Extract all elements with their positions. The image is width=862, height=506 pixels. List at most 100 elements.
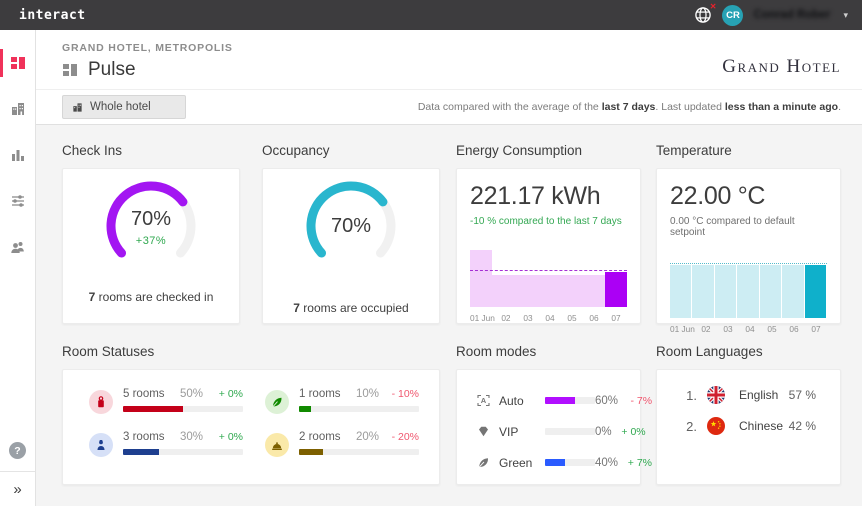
- status-entry-service: 2 rooms 20% - 20%: [265, 431, 419, 457]
- mode-pct: 60%: [595, 395, 618, 407]
- mode-progress-bar: [545, 459, 565, 466]
- green-mode-leaf-icon: [477, 456, 491, 469]
- status-delta: + 0%: [203, 431, 243, 443]
- check-ins-card: 70% +37% 7 rooms are checked in: [62, 168, 240, 324]
- section-title-room-languages: Room Languages: [656, 344, 841, 359]
- interact-logo: interact: [19, 8, 86, 23]
- globe-alert-badge: ✕: [710, 3, 717, 11]
- check-ins-percentage: 70%: [99, 208, 203, 231]
- mode-label: VIP: [499, 425, 545, 439]
- section-title-temperature: Temperature: [656, 143, 841, 158]
- energy-card: 221.17 kWh -10 % compared to the last 7 …: [456, 168, 641, 324]
- app-screen: interact ✕ CR Conrad Roberts ▾: [0, 0, 862, 506]
- scope-filter-label: Whole hotel: [90, 101, 151, 113]
- sidebar-item-users[interactable]: [0, 224, 35, 270]
- status-delta: + 0%: [203, 388, 243, 400]
- user-avatar[interactable]: CR: [722, 5, 743, 26]
- status-entry-housekeeping: 3 rooms 30% + 0%: [89, 431, 243, 457]
- temperature-subtitle: 0.00 °C compared to default setpoint: [670, 216, 827, 238]
- status-progress-bar: [299, 449, 323, 455]
- dashboard-icon: [10, 55, 26, 71]
- status-pct: 30%: [169, 431, 203, 443]
- service-bell-icon: [265, 433, 289, 457]
- status-pct: 20%: [345, 431, 379, 443]
- language-row-english: 1.: [679, 386, 822, 404]
- bar-chart-icon: [10, 147, 26, 163]
- breadcrumb: GRAND HOTEL, METROPOLIS: [62, 42, 233, 54]
- status-entry-dnd: 5 rooms 50% + 0%: [89, 388, 243, 414]
- language-row-chinese: 2.: [679, 417, 822, 435]
- room-modes-card: A Auto 60% - 7%: [456, 369, 641, 485]
- help-button[interactable]: ?: [9, 442, 26, 459]
- dnd-sign-icon: [89, 390, 113, 414]
- room-statuses-card: 5 rooms 50% + 0%: [62, 369, 440, 485]
- section-title-check-ins: Check Ins: [62, 143, 240, 158]
- mode-pct: 0%: [595, 426, 612, 438]
- occupancy-card: 70% 7 rooms are occupied: [262, 168, 440, 324]
- room-languages-card: 1.: [656, 369, 841, 485]
- status-progress-bar: [123, 449, 159, 455]
- building-icon: [72, 102, 83, 113]
- check-ins-delta: +37%: [99, 235, 203, 247]
- sidebar-item-hotel[interactable]: [0, 86, 35, 132]
- status-count: 1 rooms: [299, 388, 345, 400]
- mode-label: Auto: [499, 394, 545, 408]
- language-rank: 1.: [679, 388, 697, 403]
- sidebar-item-pulse[interactable]: [0, 40, 35, 86]
- mode-row-green: Green 40% + 7%: [477, 447, 622, 478]
- comparison-info-text: Data compared with the average of the la…: [418, 101, 841, 113]
- language-label: Chinese: [739, 419, 789, 433]
- sidebar-item-settings[interactable]: [0, 178, 35, 224]
- sidebar-item-reports[interactable]: [0, 132, 35, 178]
- temperature-card: 22.00 °C 0.00 °C compared to default set…: [656, 168, 841, 324]
- help-icon: ?: [14, 445, 20, 457]
- scope-filter-chip[interactable]: Whole hotel: [62, 95, 186, 119]
- auto-mode-icon: A: [477, 394, 491, 407]
- china-flag-icon: [707, 417, 725, 435]
- mode-row-vip: VIP 0% + 0%: [477, 416, 622, 447]
- page-header: GRAND HOTEL, METROPOLIS Pulse Grand Hote…: [36, 30, 862, 90]
- section-title-room-statuses: Room Statuses: [62, 344, 440, 359]
- green-leaf-icon: [265, 390, 289, 414]
- section-title-energy: Energy Consumption: [456, 143, 641, 158]
- language-label: English: [739, 388, 789, 402]
- mode-delta: + 0%: [612, 426, 646, 438]
- language-globe-button[interactable]: ✕: [694, 6, 712, 24]
- occupancy-caption: 7 rooms are occupied: [263, 301, 439, 315]
- sidebar: ? »: [0, 30, 36, 506]
- user-name[interactable]: Conrad Roberts: [753, 9, 831, 21]
- mode-progress-bar: [545, 397, 575, 404]
- status-count: 5 rooms: [123, 388, 169, 400]
- status-progress-bar: [123, 406, 183, 412]
- mode-row-auto: A Auto 60% - 7%: [477, 385, 622, 416]
- hotel-building-icon: [10, 101, 26, 117]
- dashboard-content: Check Ins 70% +37% 7 rooms are checked i…: [36, 125, 862, 485]
- temperature-bar-chart: 01 Jun020304050607: [670, 262, 827, 334]
- sidebar-expand-button[interactable]: »: [0, 472, 35, 506]
- status-delta: - 10%: [379, 388, 419, 400]
- status-count: 3 rooms: [123, 431, 169, 443]
- occupancy-percentage: 70%: [299, 215, 403, 238]
- status-delta: - 20%: [379, 431, 419, 443]
- status-pct: 50%: [169, 388, 203, 400]
- main-area: GRAND HOTEL, METROPOLIS Pulse Grand Hote…: [36, 30, 862, 506]
- temperature-value: 22.00 °C: [670, 182, 827, 211]
- status-entry-green: 1 rooms 10% - 10%: [265, 388, 419, 414]
- user-menu-caret-icon[interactable]: ▾: [843, 10, 848, 21]
- energy-subtitle: -10 % compared to the last 7 days: [470, 216, 627, 227]
- status-pct: 10%: [345, 388, 379, 400]
- mode-label: Green: [499, 456, 545, 470]
- language-pct: 57 %: [789, 388, 816, 402]
- language-rank: 2.: [679, 419, 697, 434]
- status-count: 2 rooms: [299, 431, 345, 443]
- people-icon: [10, 239, 26, 255]
- filter-bar: Whole hotel Data compared with the avera…: [36, 90, 862, 125]
- sliders-icon: [10, 193, 26, 209]
- check-ins-caption: 7 rooms are checked in: [63, 290, 239, 304]
- svg-text:A: A: [481, 396, 487, 405]
- vip-diamond-icon: [477, 425, 491, 438]
- section-title-occupancy: Occupancy: [262, 143, 440, 158]
- mode-delta: - 7%: [618, 395, 652, 407]
- energy-bar-chart: 01 Jun020304050607: [470, 241, 627, 323]
- mode-delta: + 7%: [618, 457, 652, 469]
